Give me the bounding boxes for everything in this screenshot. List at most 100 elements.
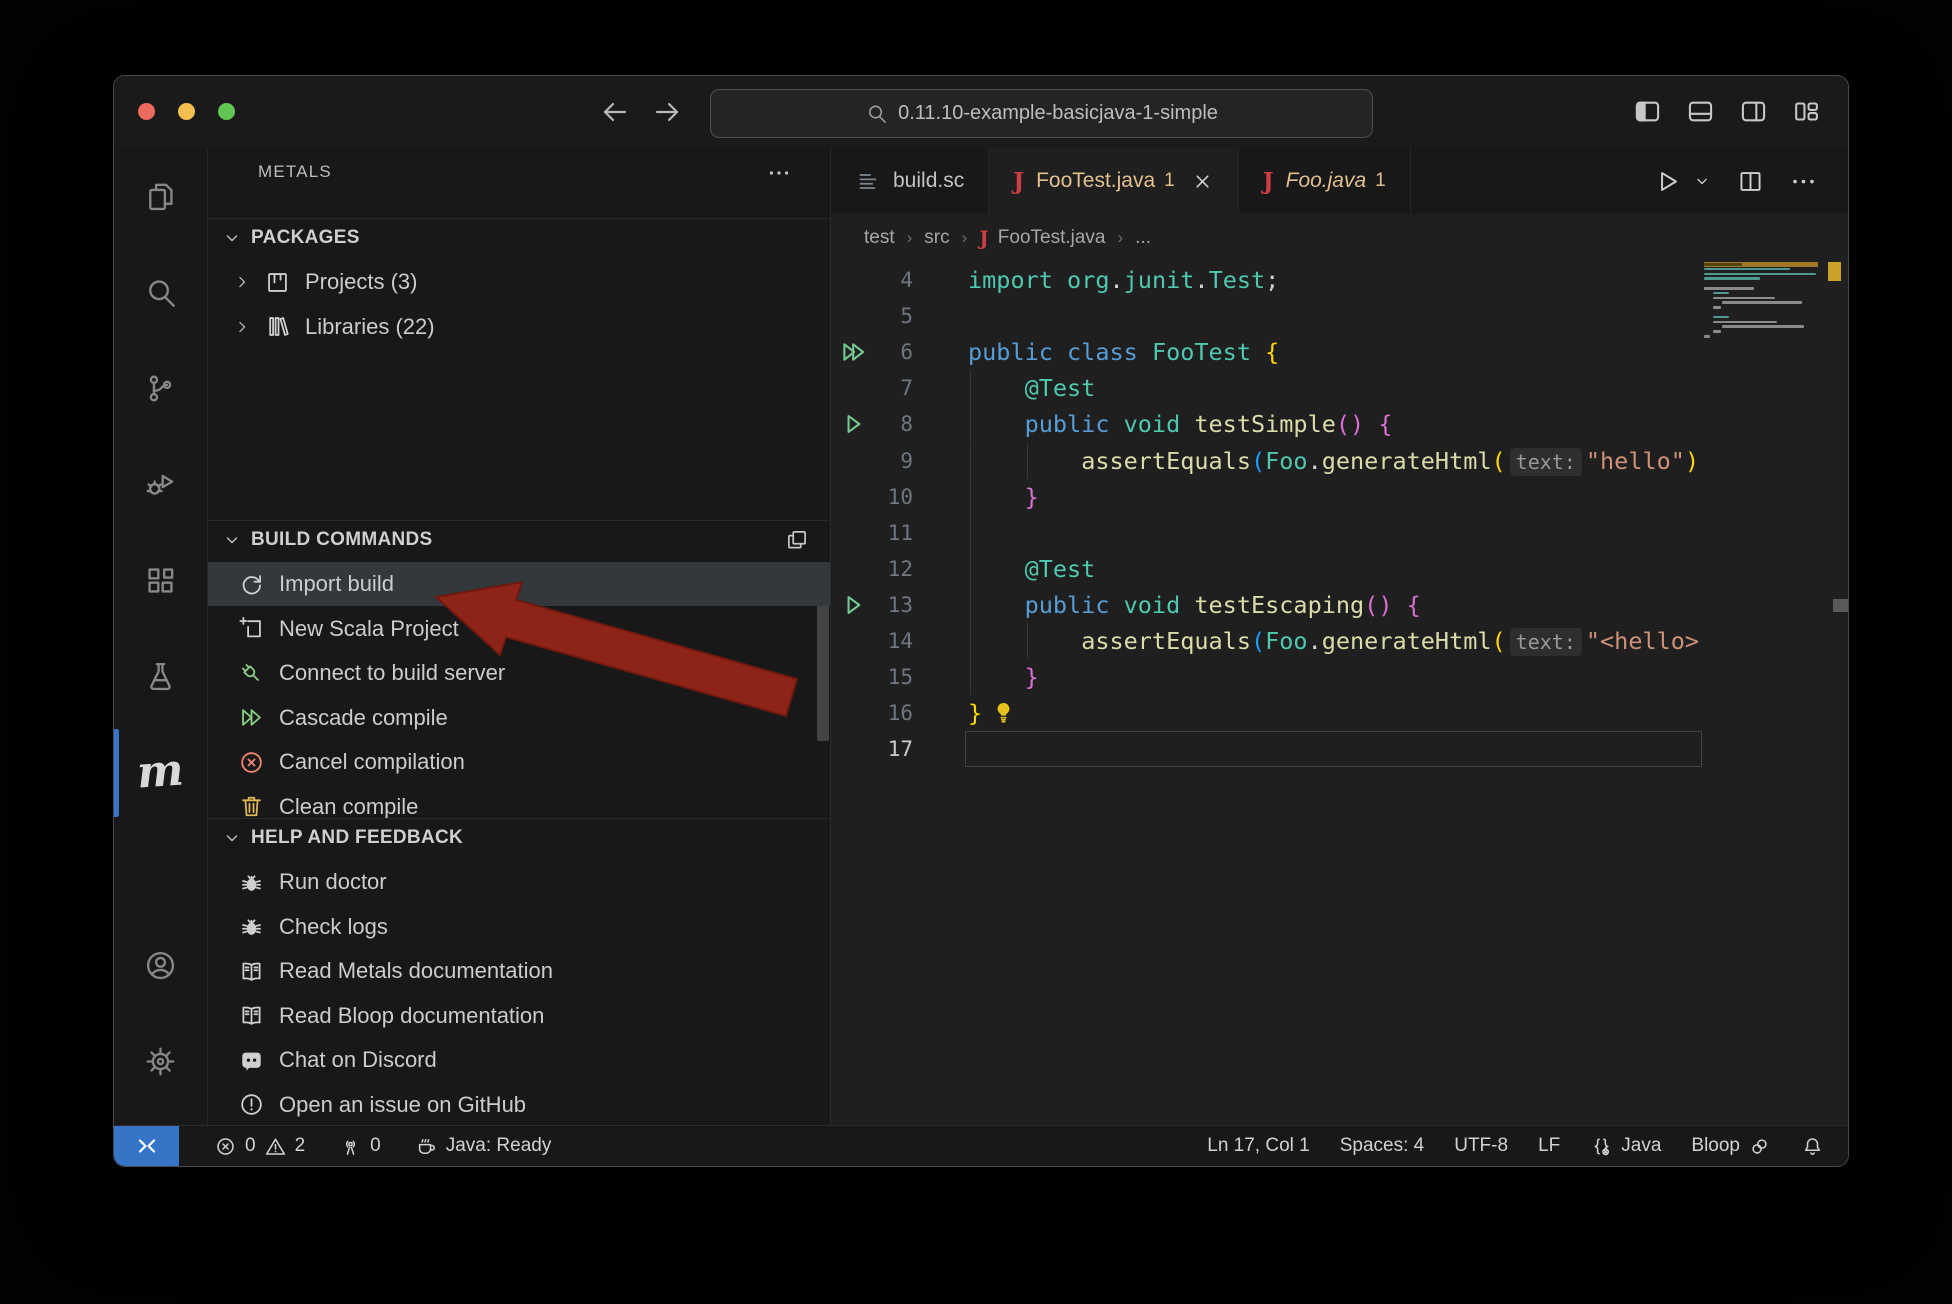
coffee-icon [415,1135,438,1158]
status-item-language-mode[interactable]: Java [1590,1135,1661,1158]
open-in-editor-icon[interactable] [784,527,810,553]
sidebar-item[interactable]: Run doctor [208,860,830,904]
status-item-ports[interactable]: 0 [339,1135,381,1158]
code-text: @Test [968,551,1095,587]
customize-layout-icon[interactable] [1791,96,1822,127]
stop-circle-icon [238,749,265,776]
activity-item-run-and-debug[interactable] [114,436,207,532]
tab-FooTest.java[interactable]: JFooTest.java1 [989,148,1239,214]
code-line-7: 7 @Test [831,370,1848,406]
workbench: m METALS PACKAGESProjects (3)Libraries (… [114,148,1848,1126]
activity-item-source-control[interactable] [114,340,207,436]
code-editor[interactable]: 4import org.junit.Test;56public class Fo… [831,262,1848,1126]
activity-item-explorer[interactable] [114,148,207,244]
close-icon[interactable] [1191,170,1214,193]
status-item-indentation[interactable]: Spaces: 4 [1340,1135,1425,1157]
sidebar-item[interactable]: Import build [208,562,830,606]
breadcrumb-item[interactable]: test [864,227,895,249]
sync-icon [238,571,265,598]
chevron-down-icon [222,828,242,848]
activity-item-metals[interactable]: m [114,724,207,820]
sidebar-item-label: Read Metals documentation [279,958,553,984]
status-item-problems[interactable]: 02 [214,1135,305,1158]
back-arrow-icon[interactable] [599,96,631,128]
run-dropdown-icon[interactable] [1692,171,1712,191]
overview-ruler[interactable] [1818,148,1848,1126]
breadcrumb-item[interactable]: JFooTest.java [979,226,1105,250]
issue-icon [238,1091,265,1118]
minimap[interactable] [1704,262,1818,339]
remote-indicator[interactable] [114,1126,179,1166]
tab-badge: 1 [1375,170,1386,192]
zoom-window-button[interactable] [218,103,235,120]
status-text: 0 [245,1135,256,1157]
code-line-8: 8 public void testSimple() { [831,406,1848,442]
status-item-eol[interactable]: LF [1538,1135,1560,1157]
minimize-window-button[interactable] [178,103,195,120]
accounts-icon [143,948,178,983]
sidebar-item[interactable]: Cascade compile [208,696,830,740]
code-text: public void testSimple() { [968,406,1392,442]
section-label: HELP AND FEEDBACK [251,827,463,849]
code-text: import org.junit.Test; [968,262,1279,298]
close-window-button[interactable] [138,103,155,120]
status-item-cursor-position[interactable]: Ln 17, Col 1 [1207,1135,1309,1157]
more-actions-icon[interactable] [1789,167,1818,196]
split-editor-icon[interactable] [1736,167,1765,196]
run-and-debug-icon [143,467,178,502]
status-item-encoding[interactable]: UTF-8 [1454,1135,1508,1157]
section-header-help-and-feedback[interactable]: HELP AND FEEDBACK [208,818,830,857]
book-icon [238,1002,265,1029]
forward-arrow-icon[interactable] [651,96,683,128]
status-item-java-status[interactable]: Java: Ready [415,1135,552,1158]
activity-item-accounts[interactable] [114,917,207,1013]
source-control-icon [143,371,178,406]
activity-item-settings[interactable] [114,1013,207,1109]
breadcrumb-item[interactable]: src [924,227,949,249]
sidebar-item[interactable]: Projects (3) [208,260,830,304]
sidebar-item-label: Run doctor [279,869,387,895]
activity-item-testing[interactable] [114,628,207,724]
tab-badge: 1 [1164,170,1175,192]
sidebar-item[interactable]: Cancel compilation [208,740,830,784]
toggle-secondary-sidebar-icon[interactable] [1738,96,1769,127]
section-header-packages[interactable]: PACKAGES [208,218,830,257]
sidebar-item[interactable]: Read Metals documentation [208,949,830,993]
discord-icon [238,1047,265,1074]
section-header-build-commands[interactable]: BUILD COMMANDS [208,520,830,559]
sidebar-item[interactable]: Open an issue on GitHub [208,1083,830,1127]
sidebar-item[interactable]: Connect to build server [208,651,830,695]
lightbulb-icon[interactable] [990,699,1017,726]
sidebar-item[interactable]: Read Bloop documentation [208,994,830,1038]
library-icon [264,313,291,340]
tab-Foo.java[interactable]: JFoo.java1 [1239,148,1411,214]
activity-bar: m [114,148,208,1126]
testing-icon [143,659,178,694]
tab-build.sc[interactable]: build.sc [831,148,989,214]
search-icon [143,275,178,310]
breadcrumb-item[interactable]: ... [1135,227,1151,249]
status-item-notifications[interactable] [1801,1135,1824,1158]
sidebar-item[interactable]: New Scala Project [208,607,830,651]
run-file-icon[interactable] [1653,167,1682,196]
scrollbar-thumb[interactable] [1833,599,1848,612]
status-item-bloop[interactable]: Bloop [1691,1135,1771,1158]
traffic-lights [138,103,235,120]
sidebar-item[interactable]: Libraries (22) [208,305,830,349]
project-icon [264,269,291,296]
activity-item-extensions[interactable] [114,532,207,628]
java-file-icon: J [1013,168,1024,195]
sidebar-item-label: Projects (3) [305,269,417,295]
sidebar-more-actions-icon[interactable] [766,160,792,186]
sidebar-item-label: Cancel compilation [279,749,465,775]
sidebar-item[interactable]: Chat on Discord [208,1038,830,1082]
command-center[interactable]: 0.11.10-example-basicjava-1-simple [710,89,1373,138]
status-text: Ln 17, Col 1 [1207,1135,1309,1157]
sidebar-item-label: Libraries (22) [305,314,435,340]
activity-item-search[interactable] [114,244,207,340]
sidebar-item[interactable]: Check logs [208,905,830,949]
toggle-primary-sidebar-icon[interactable] [1632,96,1663,127]
toggle-panel-icon[interactable] [1685,96,1716,127]
code-text: public void testEscaping() { [968,587,1421,623]
warning-icon [264,1135,287,1158]
